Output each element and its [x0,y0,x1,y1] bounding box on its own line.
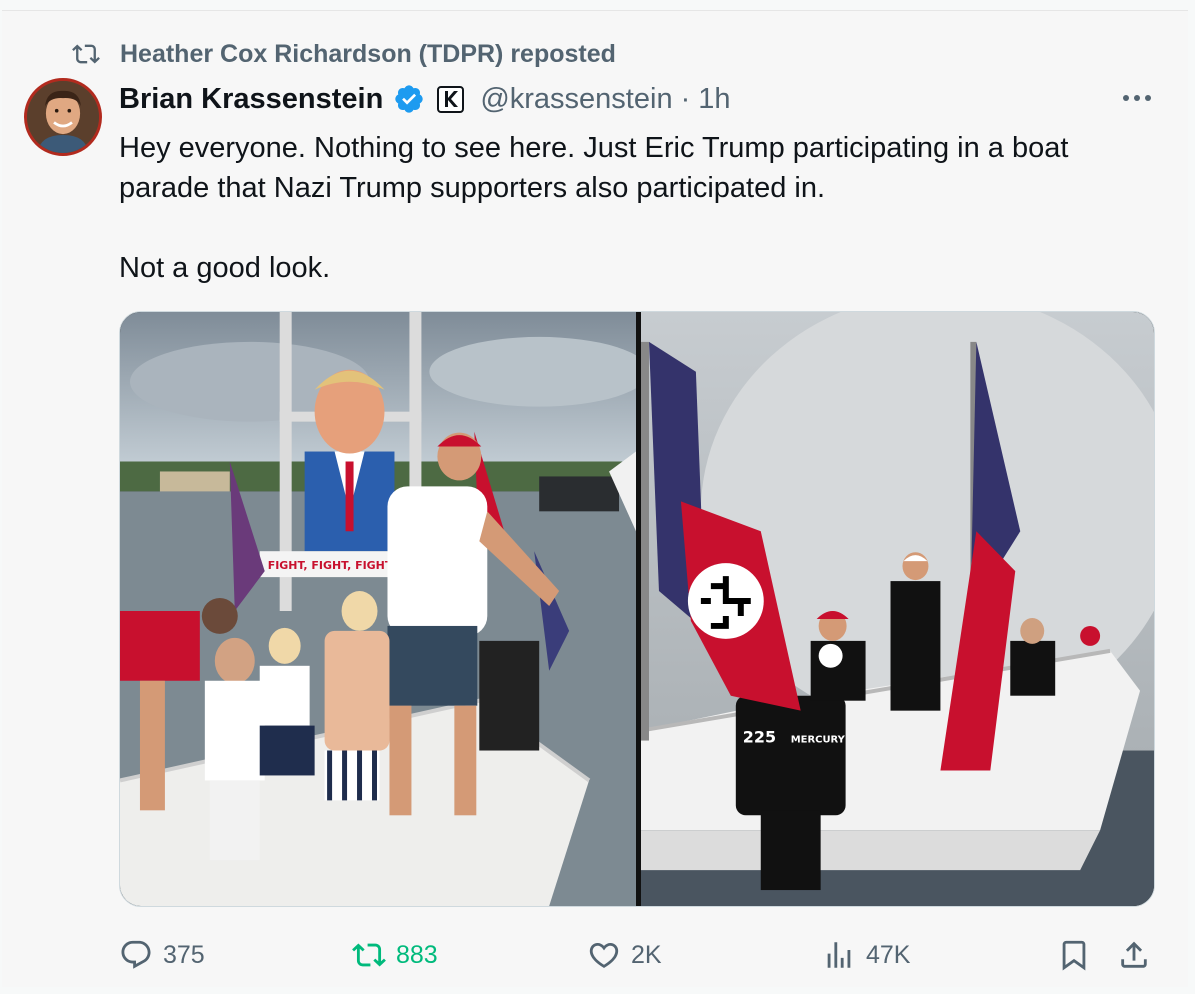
media-photo-left[interactable]: FIGHT, FIGHT, FIGHT [120,312,636,906]
svg-text:FIGHT, FIGHT, FIGHT: FIGHT, FIGHT, FIGHT [268,559,393,572]
repost-banner[interactable]: Heather Cox Richardson (TDPR) reposted [70,39,616,69]
tweet-header: Brian Krassenstein K @krassenstein · 1h [119,79,731,119]
tweet-timestamp[interactable]: 1h [698,83,730,116]
avatar[interactable] [24,78,102,156]
like-button[interactable]: 2K [587,933,662,977]
affiliate-badge-icon[interactable]: K [437,85,465,113]
bookmark-button[interactable] [1057,933,1091,977]
tweet-text-line-1: Hey everyone. Nothing to see here. Just … [119,132,1069,204]
repost-count: 883 [396,940,438,969]
repost-button[interactable]: 883 [352,933,438,977]
repost-icon [72,44,100,64]
reply-button[interactable]: 375 [119,933,205,977]
reply-count: 375 [163,940,205,969]
heart-icon [589,942,619,968]
author-handle[interactable]: @krassenstein [480,83,672,116]
tweet-actions: 375 883 2K 47K [119,933,1159,977]
repost-icon [352,943,386,967]
time-separator: · [680,82,691,115]
share-icon [1121,941,1147,968]
share-button[interactable] [1117,933,1151,977]
svg-text:MERCURY: MERCURY [791,735,846,746]
avatar-photo [27,81,99,153]
like-count: 2K [631,940,662,969]
more-options-icon[interactable] [1117,85,1157,111]
media-grid[interactable]: FIGHT, FIGHT, FIGHT 225 MERCURY [119,311,1155,907]
tweet-text: Hey everyone. Nothing to see here. Just … [119,128,1159,288]
views-count: 47K [866,940,911,969]
analytics-icon [827,942,851,968]
tweet-card[interactable]: Heather Cox Richardson (TDPR) reposted B… [2,10,1188,987]
verified-badge-icon[interactable] [393,83,425,115]
repost-banner-text: Heather Cox Richardson (TDPR) reposted [120,39,616,68]
bookmark-icon [1062,940,1086,971]
reply-icon [121,940,151,969]
tweet-text-line-2: Not a good look. [119,252,331,284]
views-button[interactable]: 47K [822,933,910,977]
author-name[interactable]: Brian Krassenstein [119,83,383,116]
media-photo-right[interactable]: 225 MERCURY [640,312,1154,906]
svg-text:225: 225 [743,728,776,747]
